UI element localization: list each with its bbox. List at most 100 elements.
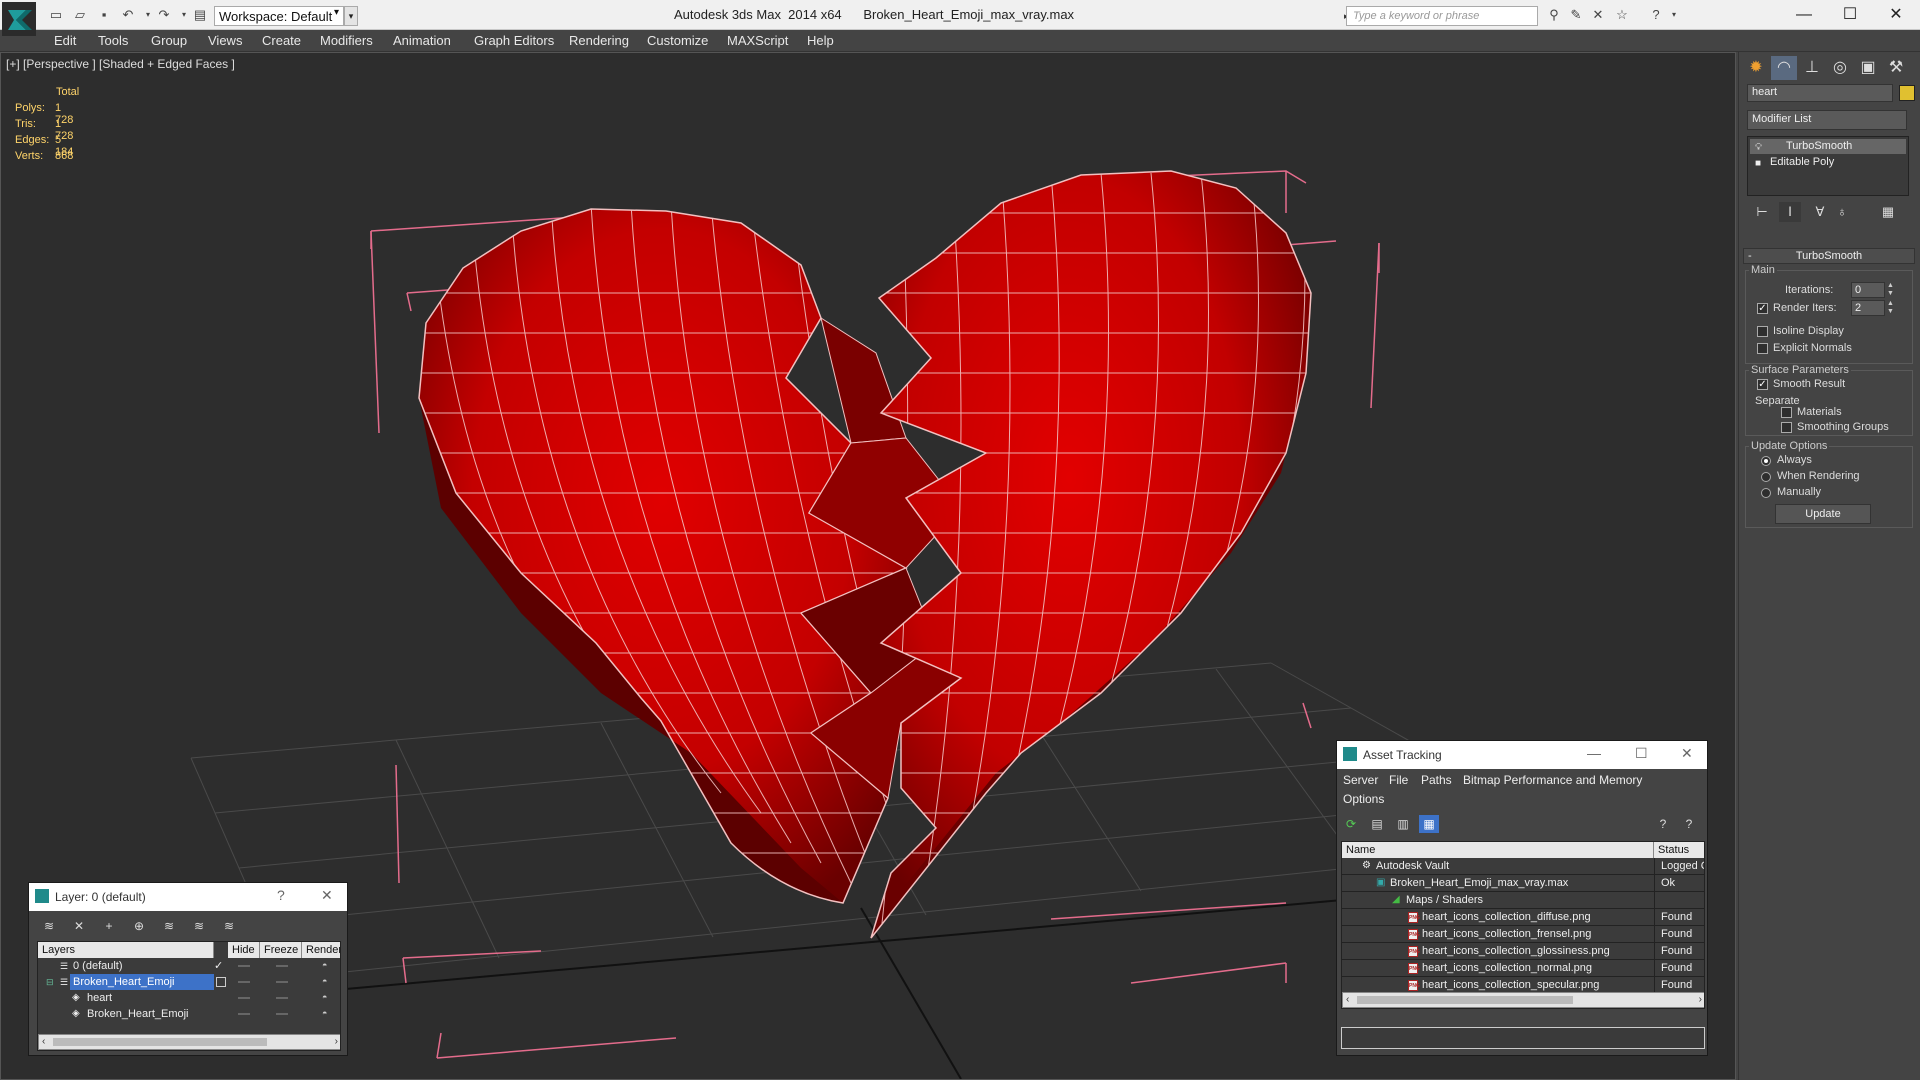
utilities-tab-icon[interactable]: ⚒ xyxy=(1883,56,1909,80)
show-end-result-icon[interactable]: Ⅰ xyxy=(1779,202,1801,222)
asset-row[interactable]: ▣ Broken_Heart_Emoji_max_vray.max Ok xyxy=(1342,875,1704,892)
help-icon[interactable]: ? xyxy=(1653,815,1673,833)
column-header-freeze[interactable]: Freeze xyxy=(260,942,302,958)
freeze-toggle[interactable] xyxy=(276,965,288,967)
modify-tab-icon[interactable]: ◠ xyxy=(1771,56,1797,80)
menu-create[interactable]: Create xyxy=(262,33,301,48)
asset-row[interactable]: PNG heart_icons_collection_diffuse.png F… xyxy=(1342,909,1704,926)
maximize-button[interactable]: ☐ xyxy=(1830,4,1870,26)
scroll-thumb[interactable] xyxy=(53,1038,267,1046)
freeze-toggle[interactable] xyxy=(276,1013,288,1015)
help-icon[interactable]: ? xyxy=(1648,7,1664,23)
menu-group[interactable]: Group xyxy=(151,33,187,48)
open-file-icon[interactable]: ▱ xyxy=(72,7,88,23)
hide-toggle[interactable] xyxy=(238,1013,250,1015)
smooth-result-checkbox[interactable]: ✓ xyxy=(1757,379,1768,390)
make-unique-icon[interactable]: ∀ xyxy=(1809,202,1831,222)
maximize-icon[interactable]: ☐ xyxy=(1635,745,1648,762)
subscription-icon[interactable]: ✎ xyxy=(1568,7,1584,23)
when-rendering-radio[interactable] xyxy=(1761,472,1771,482)
hide-toggle[interactable] xyxy=(238,981,250,983)
minimize-button[interactable]: — xyxy=(1784,4,1824,26)
configure-sets-icon[interactable]: ▦ xyxy=(1877,202,1899,222)
workspace-dropdown[interactable]: Workspace: Default ▾ xyxy=(214,6,344,26)
remove-modifier-icon[interactable]: ♁ xyxy=(1831,202,1853,222)
stack-item-editable-poly[interactable]: ■ Editable Poly xyxy=(1750,155,1906,170)
column-header-hide[interactable]: Hide xyxy=(228,942,260,958)
undo-icon[interactable]: ↶ xyxy=(120,7,136,23)
spinner-arrows-icon[interactable]: ▲ ▼ xyxy=(1887,282,1895,298)
set-active-layer-icon[interactable] xyxy=(216,977,226,987)
render-teapot-icon[interactable]: ◓ xyxy=(322,977,332,986)
object-name-field[interactable]: heart xyxy=(1747,84,1893,102)
redo-dropdown-icon[interactable]: ▾ xyxy=(176,7,192,23)
render-teapot-icon[interactable]: ◓ xyxy=(322,1009,332,1018)
menu-views[interactable]: Views xyxy=(208,33,242,48)
horizontal-scrollbar[interactable]: ‹ › xyxy=(38,1034,340,1050)
render-teapot-icon[interactable]: ◓ xyxy=(322,993,332,1002)
hide-all-icon[interactable]: ≋ xyxy=(189,917,209,935)
expand-icon[interactable]: ⊟ xyxy=(46,974,54,990)
menu-file[interactable]: File xyxy=(1389,773,1408,787)
add-to-layer-icon[interactable]: + xyxy=(99,917,119,935)
select-objects-icon[interactable]: ⊕ xyxy=(129,917,149,935)
help-dropdown-icon[interactable]: ▾ xyxy=(1666,7,1682,23)
column-header-status[interactable]: Status xyxy=(1654,842,1704,858)
asset-row[interactable]: PNG heart_icons_collection_frensel.png F… xyxy=(1342,926,1704,943)
hierarchy-tab-icon[interactable]: ⊥ xyxy=(1799,56,1825,80)
menu-paths[interactable]: Paths xyxy=(1421,773,1452,787)
binoculars-icon[interactable]: ⚲ xyxy=(1546,7,1562,23)
scroll-thumb[interactable] xyxy=(1357,996,1573,1004)
layer-row[interactable]: ⊟ ☰ Broken_Heart_Emoji ◓ xyxy=(38,974,340,990)
asset-row[interactable]: ◢ Maps / Shaders xyxy=(1342,892,1704,909)
freeze-all-icon[interactable]: ≋ xyxy=(219,917,239,935)
rollout-header[interactable]: - TurboSmooth xyxy=(1743,248,1915,264)
quick-access-customize-button[interactable]: ▾ xyxy=(344,6,358,26)
render-iters-spinner[interactable]: 2 xyxy=(1851,300,1885,316)
minimize-icon[interactable]: — xyxy=(1587,745,1601,761)
tree-view-icon[interactable]: ▥ xyxy=(1393,815,1413,833)
list-view-icon[interactable]: ▤ xyxy=(1367,815,1387,833)
lightbulb-icon[interactable]: 💡︎ xyxy=(1755,140,1762,155)
modifier-list-dropdown[interactable]: Modifier List xyxy=(1747,110,1907,130)
horizontal-scrollbar[interactable]: ‹ › xyxy=(1342,992,1704,1008)
viewport-label[interactable]: [+] [Perspective ] [Shaded + Edged Faces… xyxy=(6,57,235,71)
highlight-layer-icon[interactable]: ≋ xyxy=(159,917,179,935)
menu-maxscript[interactable]: MAXScript xyxy=(727,33,788,48)
layer-row[interactable]: ☰ 0 (default) ✓ ◓ xyxy=(38,958,340,974)
isoline-display-checkbox[interactable] xyxy=(1757,326,1768,337)
smoothing-groups-checkbox[interactable] xyxy=(1781,422,1792,433)
close-icon[interactable]: ✕ xyxy=(1681,745,1693,762)
active-layer-check-icon[interactable]: ✓ xyxy=(214,958,223,974)
object-color-swatch[interactable] xyxy=(1899,85,1915,101)
menu-animation[interactable]: Animation xyxy=(393,33,451,48)
asset-row[interactable]: PNG heart_icons_collection_glossiness.pn… xyxy=(1342,943,1704,960)
menu-server[interactable]: Server xyxy=(1343,773,1378,787)
menu-options[interactable]: Options xyxy=(1343,792,1384,806)
object-row[interactable]: ◈ heart ◓ xyxy=(38,990,340,1006)
layer-window-titlebar[interactable]: Layer: 0 (default) ? ✕ xyxy=(29,883,347,911)
application-menu-button[interactable] xyxy=(2,2,36,36)
pin-stack-icon[interactable]: ⊢ xyxy=(1751,202,1773,222)
spinner-arrows-icon[interactable]: ▲ ▼ xyxy=(1887,300,1895,316)
stack-item-turbosmooth[interactable]: 💡︎ TurboSmooth xyxy=(1750,139,1906,154)
update-button[interactable]: Update xyxy=(1775,504,1871,524)
materials-checkbox[interactable] xyxy=(1781,407,1792,418)
asset-row[interactable]: ⚙ Autodesk Vault Logged C xyxy=(1342,858,1704,875)
scroll-right-icon[interactable]: › xyxy=(335,1035,338,1049)
undo-dropdown-icon[interactable]: ▾ xyxy=(140,7,156,23)
refresh-icon[interactable]: ⟳ xyxy=(1341,815,1361,833)
new-file-icon[interactable]: ▭ xyxy=(48,7,64,23)
menu-edit[interactable]: Edit xyxy=(54,33,76,48)
render-iters-checkbox[interactable]: ✓ xyxy=(1757,303,1768,314)
render-teapot-icon[interactable]: ◓ xyxy=(322,961,332,970)
favorites-star-icon[interactable]: ☆ xyxy=(1614,7,1630,23)
menu-help[interactable]: Help xyxy=(807,33,834,48)
object-row[interactable]: ◈ Broken_Heart_Emoji ◓ xyxy=(38,1006,340,1022)
communication-icon[interactable]: ✕ xyxy=(1590,7,1606,23)
project-folder-icon[interactable]: ▤ xyxy=(192,7,208,23)
menu-customize[interactable]: Customize xyxy=(647,33,708,48)
close-button[interactable]: ✕ xyxy=(1876,4,1916,26)
layer-new-icon[interactable]: ≋ xyxy=(39,917,59,935)
delete-layer-icon[interactable]: ✕ xyxy=(69,917,89,935)
